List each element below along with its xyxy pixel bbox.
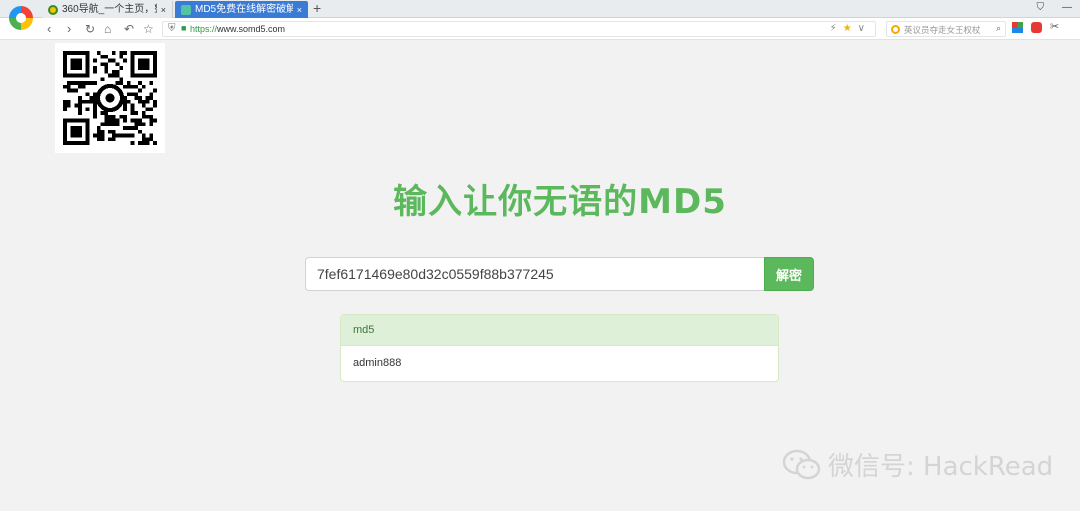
wechat-icon <box>782 449 821 479</box>
forward-icon[interactable]: › <box>67 20 71 38</box>
bookmark-star-icon[interactable]: ☆ <box>143 20 154 38</box>
scissors-icon[interactable]: ✂ <box>1050 22 1059 33</box>
home-icon[interactable]: ⌂ <box>104 20 111 38</box>
tab-title: 360导航_一个主页，整个世界 <box>62 3 157 15</box>
tab-bar: 360导航_一个主页，整个世界 × MD5免费在线解密破解_MD5在线加密 × … <box>0 0 1080 18</box>
search-icon[interactable]: ⌕ <box>996 23 1001 34</box>
search-box[interactable]: 英议员夺走女王权杖 ⌕ <box>886 21 1006 37</box>
page-content: 输入让你无语的MD5 解密 md5 admin888 微信号: HackRead <box>0 41 1080 511</box>
skin-icon[interactable]: ⛉ <box>1037 2 1045 13</box>
undo-icon[interactable]: ↶ <box>124 20 134 38</box>
apps-grid-icon[interactable] <box>1012 22 1023 33</box>
md5-input[interactable] <box>305 257 765 291</box>
browser-window: 360导航_一个主页，整个世界 × MD5免费在线解密破解_MD5在线加密 × … <box>0 0 1080 511</box>
extension-icons: ✂ <box>1012 22 1059 33</box>
watermark-text: 微信号: HackRead <box>828 452 1054 482</box>
new-tab-button[interactable]: + <box>313 1 321 16</box>
result-header: md5 <box>341 315 778 346</box>
tab-360-navigation[interactable]: 360导航_一个主页，整个世界 × <box>42 1 173 18</box>
tab-md5-decrypt[interactable]: MD5免费在线解密破解_MD5在线加密 × <box>175 1 308 18</box>
game-controller-icon[interactable] <box>1031 22 1042 33</box>
page-title: 输入让你无语的MD5 <box>393 182 727 222</box>
window-controls: ⛉ — <box>1037 2 1073 13</box>
qr-code-image <box>63 51 157 145</box>
watermark: 微信号: HackRead <box>782 446 1053 483</box>
reload-icon[interactable]: ↻ <box>85 20 95 38</box>
tab-close-icon[interactable]: × <box>161 2 166 18</box>
site-somd5-icon <box>181 4 191 15</box>
browser-logo-icon[interactable] <box>9 6 33 30</box>
url-host: www.somd5.com <box>217 24 286 34</box>
chevron-down-icon[interactable]: ∨ <box>858 23 865 34</box>
result-value: admin888 <box>353 357 402 369</box>
address-bar[interactable]: ⛨ ■ https://www.somd5.com ⚡ ★ ∨ <box>162 21 876 37</box>
qr-code <box>55 43 165 153</box>
url-text: https://www.somd5.com <box>190 24 285 34</box>
site-360-icon <box>48 4 58 15</box>
result-panel: md5 admin888 <box>340 314 779 382</box>
back-icon[interactable]: ‹ <box>47 20 51 38</box>
address-bar-actions: ⚡ ★ ∨ <box>830 23 865 34</box>
navigation-bar: ‹ › ↻ ⌂ ↶ ☆ ⛨ ■ https://www.somd5.com ⚡ … <box>0 18 1080 40</box>
search-engine-icon <box>891 25 900 34</box>
tab-close-icon[interactable]: × <box>297 2 302 18</box>
search-input[interactable]: 英议员夺走女王权杖 <box>904 24 990 36</box>
minimize-button[interactable]: — <box>1062 2 1072 13</box>
tab-title: MD5免费在线解密破解_MD5在线加密 <box>195 3 293 15</box>
url-scheme: https:// <box>190 24 218 34</box>
favorite-star-icon[interactable]: ★ <box>843 23 852 34</box>
shield-icon: ⛨ <box>168 23 176 34</box>
decrypt-button[interactable]: 解密 <box>764 257 814 291</box>
lightning-icon[interactable]: ⚡ <box>830 23 837 34</box>
lock-icon: ■ <box>181 23 187 33</box>
